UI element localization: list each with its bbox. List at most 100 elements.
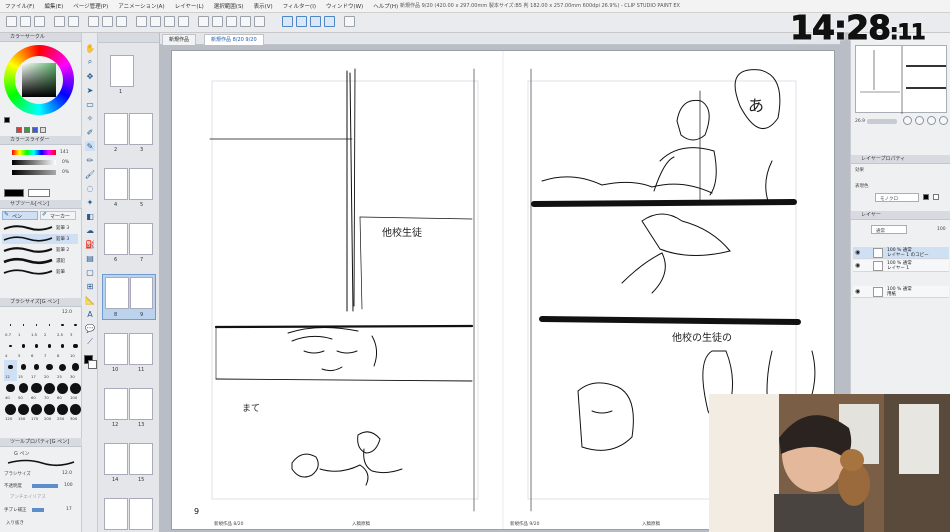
- save-icon[interactable]: [34, 16, 45, 27]
- eye-icon[interactable]: ◉: [855, 249, 860, 256]
- brush-size-option[interactable]: 30: [69, 360, 82, 381]
- operation-icon[interactable]: ➤: [85, 85, 95, 95]
- brush-size-option[interactable]: 120: [4, 402, 17, 423]
- sub-color-swatch-2[interactable]: [24, 127, 30, 133]
- menu-selection[interactable]: 選択範囲(S): [209, 2, 249, 10]
- prop-stabilization-row[interactable]: 手ブレ補正 17: [2, 506, 80, 515]
- flip-icon[interactable]: [939, 116, 948, 125]
- grid-icon[interactable]: [226, 16, 237, 27]
- brush-size-option[interactable]: 1: [17, 318, 30, 339]
- blend-icon[interactable]: ☁: [85, 225, 95, 235]
- brush-size-option[interactable]: 100: [69, 381, 82, 402]
- text-icon[interactable]: A: [85, 309, 95, 319]
- brush-size-option[interactable]: 6: [30, 339, 43, 360]
- brush-size-option[interactable]: 150: [17, 402, 30, 423]
- brush-item-3[interactable]: 鉛筆 2: [2, 245, 78, 255]
- page-spread-4-5[interactable]: [104, 168, 154, 208]
- brush-size-option[interactable]: 25: [56, 360, 69, 381]
- brush-tool-icon[interactable]: 🖌: [85, 169, 95, 179]
- gradient-icon[interactable]: ▤: [85, 253, 95, 263]
- snap-ruler-icon[interactable]: [240, 16, 251, 27]
- hand-icon[interactable]: ✋: [85, 43, 95, 53]
- airbrush-icon[interactable]: ◌: [85, 183, 95, 193]
- correct-line-icon[interactable]: ⟋: [85, 337, 95, 347]
- tab-document-1[interactable]: 新規作品: [162, 34, 197, 45]
- layer-color-black[interactable]: [923, 194, 929, 200]
- page-spread-8-9-selected[interactable]: [102, 274, 156, 320]
- page-manager-tab[interactable]: [98, 33, 159, 43]
- prop-brush-size-row[interactable]: ブラシサイズ 12.0: [2, 470, 80, 479]
- tab-document-2[interactable]: 新規作品 8/20 9/20: [204, 34, 264, 45]
- brush-size-option[interactable]: 5: [17, 339, 30, 360]
- balloon-icon[interactable]: 💬: [85, 323, 95, 333]
- ruler-tool-icon[interactable]: 📐: [85, 295, 95, 305]
- brush-size-option[interactable]: 4: [4, 339, 17, 360]
- snap-grid-icon[interactable]: [282, 16, 293, 27]
- brush-size-option[interactable]: 8: [56, 339, 69, 360]
- page-spread-16-17[interactable]: [104, 498, 154, 532]
- brush-size-option[interactable]: 300: [69, 402, 82, 423]
- settings-icon[interactable]: [344, 16, 355, 27]
- snap-special-icon[interactable]: [254, 16, 265, 27]
- expression-color-select[interactable]: モノクロ: [875, 193, 919, 202]
- hue-slider[interactable]: [12, 150, 56, 155]
- decoration-icon[interactable]: ✦: [85, 197, 95, 207]
- brush-size-option[interactable]: 250: [56, 402, 69, 423]
- menu-layer[interactable]: レイヤー(L): [170, 2, 209, 10]
- brush-size-option[interactable]: 170: [30, 402, 43, 423]
- new-file-icon[interactable]: [6, 16, 17, 27]
- selection-icon[interactable]: ▭: [85, 99, 95, 109]
- page-spread-2-3[interactable]: [104, 113, 154, 153]
- clear-icon[interactable]: [88, 16, 99, 27]
- menu-page[interactable]: ページ管理(P): [68, 2, 113, 10]
- brush-item-1[interactable]: 鉛筆 3: [2, 223, 78, 233]
- fill-icon[interactable]: ⛽: [85, 239, 95, 249]
- pencil-tool-icon[interactable]: ✏: [85, 155, 95, 165]
- brush-item-2[interactable]: 鉛筆 3: [2, 234, 78, 244]
- layer-row-1[interactable]: ◉ 100 % 通常 レイヤー 1 のコピー: [853, 247, 949, 259]
- menu-animation[interactable]: アニメーション(A): [113, 2, 169, 10]
- snap-line-icon[interactable]: [296, 16, 307, 27]
- copy-icon[interactable]: [102, 16, 113, 27]
- redo-icon[interactable]: [68, 16, 79, 27]
- color-wheel[interactable]: [4, 45, 74, 115]
- stabilization-slider[interactable]: [32, 508, 44, 512]
- snap-curve-icon[interactable]: [324, 16, 335, 27]
- brush-size-option[interactable]: 70: [43, 381, 56, 402]
- brush-size-option[interactable]: 80: [56, 381, 69, 402]
- subtool-tab-marker[interactable]: ✐ マーカー: [40, 211, 76, 220]
- current-color-black[interactable]: [4, 189, 24, 197]
- menu-filter[interactable]: フィルター(I): [278, 2, 321, 10]
- brush-size-option[interactable]: 20: [43, 360, 56, 381]
- layer-color-white[interactable]: [933, 194, 939, 200]
- zoom-icon[interactable]: ⌕: [85, 57, 95, 67]
- eyedropper-icon[interactable]: ✐: [85, 127, 95, 137]
- tool-sub-color[interactable]: [88, 360, 97, 369]
- paste-icon[interactable]: [116, 16, 127, 27]
- brush-size-option[interactable]: 200: [43, 402, 56, 423]
- eye-icon[interactable]: ◉: [855, 262, 860, 269]
- auto-select-icon[interactable]: ✧: [85, 113, 95, 123]
- brush-size-option[interactable]: 50: [17, 381, 30, 402]
- figure-icon[interactable]: ▢: [85, 267, 95, 277]
- brightness-slider[interactable]: [12, 170, 56, 175]
- eye-icon[interactable]: ◉: [855, 288, 860, 295]
- brush-size-option[interactable]: 10: [69, 339, 82, 360]
- layer-row-paper[interactable]: ◉ 100 % 通常 用紙: [853, 286, 949, 298]
- menu-help[interactable]: ヘルプ(H): [368, 2, 403, 10]
- brush-size-option[interactable]: 2: [43, 318, 56, 339]
- brush-size-option[interactable]: 15: [17, 360, 30, 381]
- invert-selection-icon[interactable]: [178, 16, 189, 27]
- undo-icon[interactable]: [54, 16, 65, 27]
- brush-size-option[interactable]: 3: [69, 318, 82, 339]
- show-border-icon[interactable]: [198, 16, 209, 27]
- eraser-icon[interactable]: ◧: [85, 211, 95, 221]
- page-spread-6-7[interactable]: [104, 223, 154, 263]
- transparent-swatch[interactable]: [40, 127, 46, 133]
- brush-size-option[interactable]: 7: [43, 339, 56, 360]
- sub-color-swatch[interactable]: [16, 127, 22, 133]
- frame-border-icon[interactable]: ⊞: [85, 281, 95, 291]
- zoom-in-icon[interactable]: [903, 116, 912, 125]
- prop-opacity-row[interactable]: 不透明度 100: [2, 482, 80, 491]
- brush-size-option[interactable]: 60: [30, 381, 43, 402]
